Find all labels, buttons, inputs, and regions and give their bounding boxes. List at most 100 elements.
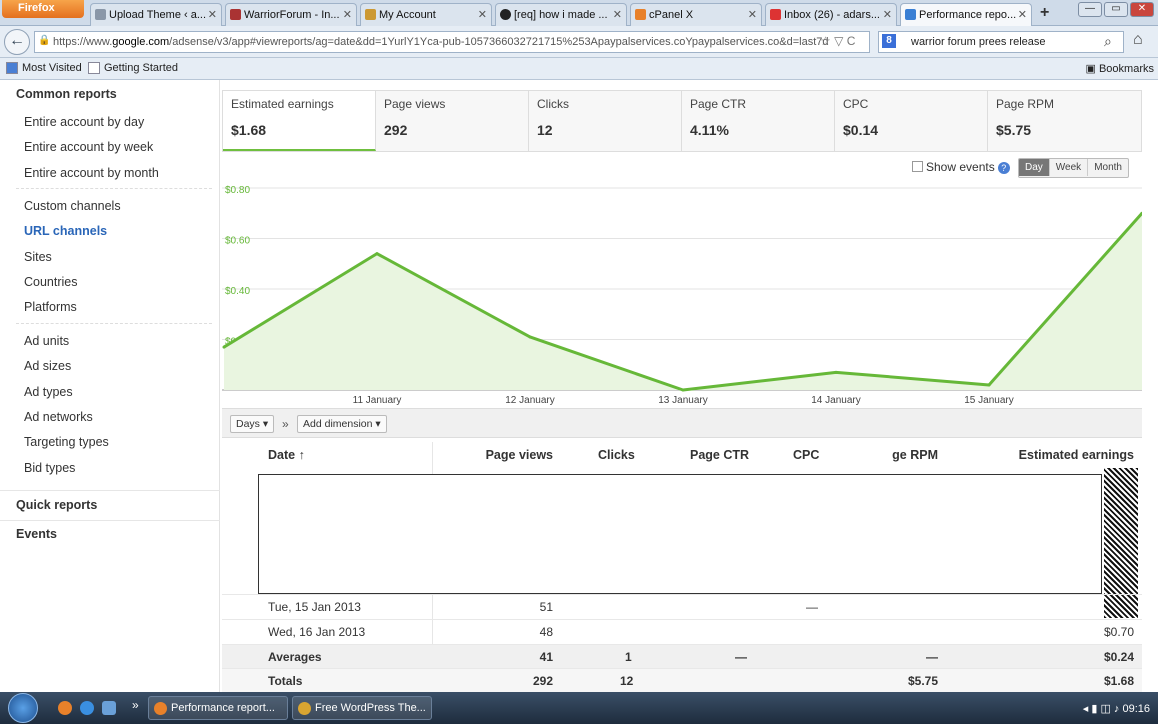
sidebar-item-ad-units[interactable]: Ad units	[24, 334, 69, 348]
star-icon[interactable]: ☆	[820, 34, 831, 48]
minimize-icon[interactable]: —	[1078, 2, 1102, 17]
new-tab-icon[interactable]: +	[1040, 4, 1049, 22]
column-header-date[interactable]: Date ↑	[268, 448, 305, 462]
close-icon[interactable]: ✕	[883, 8, 892, 21]
sidebar-item-ad-sizes[interactable]: Ad sizes	[24, 359, 71, 373]
checkbox-icon[interactable]	[912, 161, 923, 172]
taskbar-window-free-wordpress[interactable]: Free WordPress The...	[292, 696, 432, 720]
range-day-button[interactable]: Day	[1019, 159, 1050, 176]
url-bar-icons[interactable]: ☆ ▽ C	[820, 34, 855, 48]
tab-warriorforum[interactable]: WarriorForum - In... ✕	[225, 3, 357, 26]
header-label: Date	[268, 448, 296, 462]
add-dimension-dropdown[interactable]: Add dimension ▾	[297, 415, 387, 433]
maximize-icon[interactable]: ▭	[1104, 2, 1128, 17]
close-icon[interactable]: ✕	[208, 8, 217, 21]
tab-my-account[interactable]: My Account ✕	[360, 3, 492, 26]
tab-cpanel[interactable]: cPanel X ✕	[630, 3, 762, 26]
sidebar-item-account-by-week[interactable]: Entire account by week	[24, 140, 153, 154]
tray-icons[interactable]: ◂ ▮ ◫ ♪	[1083, 703, 1123, 715]
column-header-page-rpm[interactable]: ge RPM	[892, 448, 938, 462]
tab-performance-report[interactable]: Performance repo... ✕	[900, 3, 1032, 26]
bookmarks-menu-button[interactable]: ▣ Bookmarks	[1086, 62, 1154, 75]
sidebar-item-platforms[interactable]: Platforms	[24, 300, 77, 314]
close-icon[interactable]: ✕	[748, 8, 757, 21]
google-search-engine-icon[interactable]: 8	[882, 34, 896, 48]
events-heading[interactable]: Events	[16, 527, 57, 541]
table-row[interactable]: Wed, 16 Jan 2013 48 $0.70	[222, 619, 1142, 643]
tab-inbox[interactable]: Inbox (26) - adars... ✕	[765, 3, 897, 26]
tab-req-how-i-made[interactable]: [req] how i made ... ✕	[495, 3, 627, 26]
sidebar-item-custom-channels[interactable]: Custom channels	[24, 199, 121, 213]
metric-cpc[interactable]: CPC $0.14	[835, 91, 988, 151]
page-icon	[95, 9, 106, 20]
window-label: Free WordPress The...	[315, 702, 426, 714]
sidebar-item-ad-types[interactable]: Ad types	[24, 385, 73, 399]
averages-label: Averages	[268, 650, 322, 664]
tab-label: [req] how i made ...	[514, 9, 608, 21]
tab-label: My Account	[379, 9, 436, 21]
cell-estimated-earnings: $0.70	[1103, 625, 1134, 639]
metric-label: Page CTR	[690, 97, 747, 111]
chevron-right-icon[interactable]: »	[132, 698, 139, 712]
help-icon[interactable]: ?	[997, 162, 1010, 174]
common-reports-heading[interactable]: Common reports	[16, 87, 117, 101]
sidebar-item-ad-networks[interactable]: Ad networks	[24, 410, 93, 424]
close-icon[interactable]: ✕	[343, 8, 352, 21]
metric-page-rpm[interactable]: Page RPM $5.75	[988, 91, 1141, 151]
firefox-menu-button[interactable]: Firefox	[2, 0, 84, 18]
tab-upload-theme[interactable]: Upload Theme ‹ a... ✕	[90, 3, 222, 26]
sidebar-item-account-by-day[interactable]: Entire account by day	[24, 115, 144, 129]
cell-cpc: —	[806, 600, 818, 614]
dropdown-icon[interactable]: ▽	[834, 34, 843, 48]
bookmark-most-visited[interactable]: Most Visited	[4, 62, 82, 74]
chrome-icon[interactable]	[58, 701, 72, 715]
window-close-icon[interactable]: ✕	[1130, 2, 1154, 17]
chevron-down-icon: ▾	[375, 418, 381, 430]
range-week-button[interactable]: Week	[1050, 159, 1089, 176]
quick-reports-heading[interactable]: Quick reports	[16, 498, 97, 512]
close-icon[interactable]: ✕	[478, 8, 487, 21]
lock-icon: 🔒	[38, 35, 51, 46]
range-month-button[interactable]: Month	[1088, 159, 1128, 176]
search-icon[interactable]: ⌕	[1104, 33, 1112, 50]
home-icon[interactable]: ⌂	[1133, 31, 1143, 49]
metric-clicks[interactable]: Clicks 12	[529, 91, 682, 151]
taskbar-window-performance-report[interactable]: Performance report...	[148, 696, 288, 720]
search-input[interactable]: warrior forum prees release	[878, 31, 1124, 53]
show-events-checkbox[interactable]: Show events?	[912, 160, 1010, 174]
column-header-cpc[interactable]: CPC	[793, 448, 819, 462]
reload-icon[interactable]: C	[847, 34, 856, 48]
show-desktop-icon[interactable]	[102, 701, 116, 715]
windows-taskbar: » Performance report... Free WordPress T…	[0, 692, 1158, 724]
windows-start-button[interactable]	[8, 693, 38, 723]
bookmark-getting-started[interactable]: Getting Started	[86, 62, 178, 74]
sidebar-item-countries[interactable]: Countries	[24, 275, 78, 289]
column-header-clicks[interactable]: Clicks	[598, 448, 635, 462]
avg-estimated-earnings: $0.24	[1103, 650, 1134, 664]
tab-label: Upload Theme ‹ a...	[109, 9, 207, 21]
sidebar-item-account-by-month[interactable]: Entire account by month	[24, 166, 159, 180]
table-row[interactable]: Tue, 15 Jan 2013 51 —	[222, 594, 1142, 618]
days-label: Days	[236, 418, 260, 430]
tab-label: cPanel X	[649, 9, 694, 21]
internet-explorer-icon[interactable]	[80, 701, 94, 715]
column-header-estimated-earnings[interactable]: Estimated earnings	[1019, 448, 1134, 462]
metric-value: $0.14	[843, 122, 879, 138]
column-header-page-views[interactable]: Page views	[486, 448, 553, 462]
back-arrow-icon[interactable]: ←	[4, 29, 30, 55]
metric-page-views[interactable]: Page views 292	[376, 91, 529, 151]
column-header-page-ctr[interactable]: Page CTR	[690, 448, 749, 462]
system-tray: ◂ ▮ ◫ ♪ 09:16	[1083, 702, 1150, 715]
close-icon[interactable]: ✕	[1018, 8, 1027, 21]
sidebar-item-sites[interactable]: Sites	[24, 250, 52, 264]
metric-page-ctr[interactable]: Page CTR 4.11%	[682, 91, 835, 151]
url-field[interactable]: https://www.google.com/adsense/v3/app#vi…	[34, 31, 870, 53]
days-dropdown[interactable]: Days ▾	[230, 415, 275, 433]
close-icon[interactable]: ✕	[613, 8, 622, 21]
sidebar-item-bid-types[interactable]: Bid types	[24, 461, 75, 475]
sidebar-item-targeting-types[interactable]: Targeting types	[24, 435, 109, 449]
metric-estimated-earnings[interactable]: Estimated earnings $1.68	[223, 91, 376, 151]
sidebar-item-url-channels[interactable]: URL channels	[24, 224, 107, 238]
clock[interactable]: 09:16	[1122, 703, 1150, 715]
avg-page-views: 41	[539, 650, 553, 664]
